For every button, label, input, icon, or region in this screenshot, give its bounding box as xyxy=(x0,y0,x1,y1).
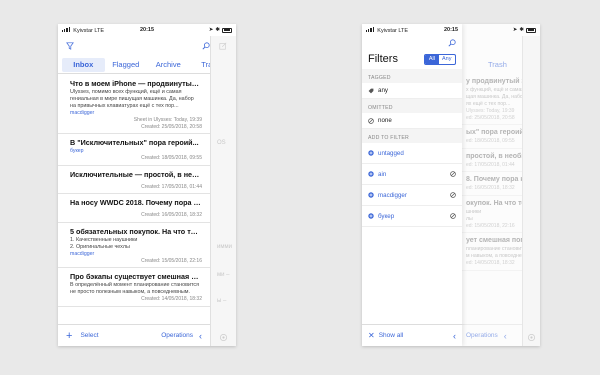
item-meta: Created: 15/05/2018, 22:16 xyxy=(141,257,202,264)
tagged-value: any xyxy=(378,87,388,94)
omit-icon[interactable] xyxy=(450,171,456,177)
item-tag: macdigger xyxy=(70,250,95,257)
status-bar: Kyivstar LTE 20:15 ➤ ✱ xyxy=(362,24,540,36)
item-body: гениальная в мире пишущая машинка. Да, н… xyxy=(70,96,194,102)
close-icon[interactable]: ✕ xyxy=(368,331,375,340)
select-button[interactable]: Select xyxy=(80,332,98,339)
settings-icon[interactable] xyxy=(219,333,228,342)
section-omitted: OMITTED xyxy=(362,99,462,113)
item-tag: букер xyxy=(70,148,84,154)
add-item-ain[interactable]: ain xyxy=(362,164,462,185)
list-item[interactable]: 5 обязательных покупок. На что точн... 1… xyxy=(58,223,210,268)
list-item[interactable]: В "Исключительных" пора героий... букер … xyxy=(58,134,210,166)
phone-filters: Kyivstar LTE 20:15 ➤ ✱ Trash у продвинут… xyxy=(362,24,540,346)
add-circle-icon xyxy=(368,150,374,156)
clock: 20:15 xyxy=(443,27,459,33)
item-title: Исключительные — простой, в необи... xyxy=(70,169,202,179)
bottom-toolbar: + Select Operations ‹ xyxy=(58,324,210,346)
item-meta: Created: 14/05/2018, 18:32 xyxy=(141,296,202,302)
filters-panel: Filters All Any TAGGED any OMITTED none … xyxy=(362,24,462,346)
show-all-button[interactable]: Show all xyxy=(379,332,404,339)
item-title: На носу WWDC 2018. Почему пора ко... xyxy=(70,198,202,207)
search-icon[interactable] xyxy=(448,39,456,47)
search-icon[interactable] xyxy=(202,42,210,50)
list-item[interactable]: Что в моем iPhone — продвинутый за... Ul… xyxy=(58,75,210,134)
omit-icon xyxy=(368,117,374,124)
omit-icon[interactable] xyxy=(450,213,456,219)
item-meta: Created: 16/05/2018, 18:32 xyxy=(141,212,202,218)
settings-icon xyxy=(527,333,536,342)
item-title: Что в моем iPhone — продвинутый за... xyxy=(70,79,202,88)
add-icon[interactable]: + xyxy=(66,330,72,342)
item-body: В определённый момент планирование стано… xyxy=(70,282,199,288)
tagged-row[interactable]: any xyxy=(362,83,462,99)
operations-button: Operations xyxy=(466,332,498,339)
list-item[interactable]: На носу WWDC 2018. Почему пора ко... Cre… xyxy=(58,194,210,223)
tag-icon xyxy=(368,88,374,94)
tab-flagged[interactable]: Flagged xyxy=(105,58,148,72)
add-item-label: untagged xyxy=(378,149,404,157)
add-item-label: букер xyxy=(378,212,395,220)
filters-toolbar: ✕ Show all ‹ xyxy=(362,324,462,346)
sheet-list: Что в моем iPhone — продвинутый за... Ul… xyxy=(58,75,210,324)
filters-title: Filters xyxy=(368,53,398,65)
clock: 20:15 xyxy=(139,27,155,33)
status-bar: Kyivstar LTE 20:15 ➤ ✱ xyxy=(58,24,236,36)
list-item[interactable]: Про бэкапы существует смешная пог... В о… xyxy=(58,268,210,307)
editor-peek[interactable]: ОS имми ми – ы – xyxy=(210,36,236,346)
omitted-row[interactable]: none xyxy=(362,113,462,129)
phone-inbox: Kyivstar LTE 20:15 ➤ ✱ ••• Inbox Flagged… xyxy=(58,24,236,346)
compose-icon[interactable] xyxy=(219,42,227,50)
peek-text: ы – xyxy=(217,298,227,304)
section-add-to-filter: ADD TO FILTER xyxy=(362,129,462,143)
add-item-buker[interactable]: букер xyxy=(362,206,462,227)
peek-text: ОS xyxy=(217,140,226,146)
omit-icon[interactable] xyxy=(450,192,456,198)
segment-all[interactable]: All xyxy=(425,54,439,64)
add-item-label: macdigger xyxy=(378,191,407,199)
list-item[interactable]: Исключительные — простой, в необи... Cre… xyxy=(58,166,210,194)
item-meta: Created: 25/05/2018, 20:58 xyxy=(141,123,202,130)
battery-icon xyxy=(526,27,536,33)
item-body: 1. Качественные наушники xyxy=(70,236,138,243)
tab-inbox[interactable]: Inbox xyxy=(62,57,105,72)
item-body: 2. Оригинальные чехлы xyxy=(70,243,130,250)
add-item-label: ain xyxy=(378,170,387,178)
section-tagged: TAGGED xyxy=(362,69,462,83)
item-body: Ulysses, помимо всех функций, ещё и сама… xyxy=(70,89,182,95)
add-circle-icon xyxy=(368,192,374,198)
peek-text: имми xyxy=(217,244,232,250)
item-meta: Created: 17/05/2018, 01:44 xyxy=(141,183,202,190)
back-chevron-icon[interactable]: ‹ xyxy=(453,331,456,341)
back-chevron-icon: ‹ xyxy=(503,330,507,341)
item-body: на привычных клавиатурах ещё с тех пор..… xyxy=(70,103,179,109)
item-title: Про бэкапы существует смешная пог... xyxy=(70,272,202,281)
segment-any[interactable]: Any xyxy=(439,55,455,64)
operations-button[interactable]: Operations xyxy=(161,332,193,339)
item-title: В "Исключительных" пора героий... xyxy=(70,138,199,147)
tab-archive[interactable]: Archive xyxy=(147,58,190,72)
back-chevron-icon[interactable]: ‹ xyxy=(199,331,202,341)
battery-icon xyxy=(222,27,232,33)
add-circle-icon xyxy=(368,171,374,177)
match-segmented-control: All Any xyxy=(424,53,456,65)
item-title: 5 обязательных покупок. На что точн... xyxy=(70,226,202,236)
add-circle-icon xyxy=(368,213,374,219)
item-tag: macdigger xyxy=(70,110,95,116)
item-meta: Created: 18/05/2018, 09:55 xyxy=(141,155,202,161)
add-item-macdigger[interactable]: macdigger xyxy=(362,185,462,206)
omitted-value: none xyxy=(378,117,392,124)
filter-icon[interactable] xyxy=(66,42,74,50)
add-item-untagged[interactable]: untagged xyxy=(362,143,462,164)
peek-text: ми – xyxy=(217,272,230,278)
item-body: не просто полезным навыком, а повседневн… xyxy=(70,289,190,295)
editor-peek xyxy=(522,36,540,346)
